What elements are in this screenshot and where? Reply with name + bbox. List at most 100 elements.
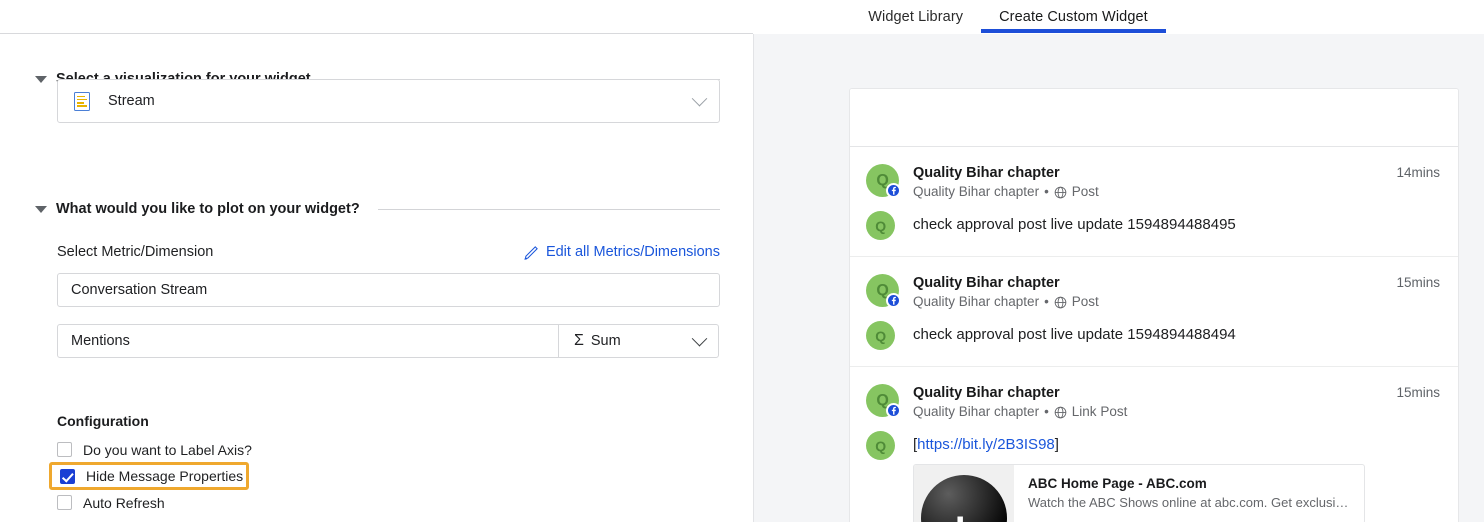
sigma-icon: Σ [574,332,584,349]
feed-item-author: Quality Bihar chapter [913,385,1060,401]
config-option-label: Do you want to Label Axis? [83,441,252,458]
configuration-title: Configuration [57,413,149,429]
aggregation-select[interactable]: Σ Sum [558,324,719,358]
create-custom-widget-page: Widget Library Create Custom Widget Sele… [0,0,1484,522]
mentions-row: Mentions Σ Sum [57,324,720,358]
feed-item-meta: Quality Bihar chapter • Link Post [913,403,1386,421]
feed-item-meta: Quality Bihar chapter • Post [913,183,1386,201]
feed-item-author-block: Quality Bihar chapter Quality Bihar chap… [913,274,1386,311]
metric-dimension-input[interactable]: Conversation Stream [57,273,720,307]
avatar: Q [866,164,901,198]
message-suffix: ] [1054,436,1059,453]
feed-item-author-block: Quality Bihar chapter Quality Bihar chap… [913,164,1386,201]
visualization-select-value-group: Stream [74,91,155,111]
plot-section-header: What would you like to plot on your widg… [35,201,720,217]
avatar-small: Q [866,321,895,350]
metric-dimension-value: Conversation Stream [71,282,208,298]
chevron-down-icon[interactable] [35,205,47,213]
chevron-down-icon [691,90,708,106]
visualization-select-value: Stream [108,93,155,109]
edit-all-metrics-dimensions-label: Edit all Metrics/Dimensions [545,244,720,260]
globe-icon [1054,186,1067,198]
link-preview-info: ABC Home Page - ABC.com Watch the ABC Sh… [1014,465,1364,522]
feed-item-author: Quality Bihar chapter [913,275,1060,291]
tab-widget-library-label: Widget Library [868,8,964,25]
widget-config-pane: Select a visualization for your widget S… [0,34,753,522]
tab-create-custom-widget[interactable]: Create Custom Widget [981,0,1166,33]
globe-icon [1054,406,1067,418]
feed-item-time: 15mins [1396,275,1440,290]
feed-item-post-type: Post [1071,294,1099,309]
link-preview-card[interactable]: abc ABC Home Page - ABC.com Watch the AB… [913,464,1365,522]
avatar: Q [866,274,901,308]
abc-logo-text: abc [936,512,995,522]
feed-item-author: Quality Bihar chapter [913,165,1060,181]
feed-item-time: 15mins [1396,385,1440,400]
tab-create-custom-widget-label: Create Custom Widget [999,8,1148,25]
meta-separator: • [1044,404,1049,419]
feed-item-source: Quality Bihar chapter [913,184,1040,199]
config-option-label-axis[interactable]: Do you want to Label Axis? [57,437,387,462]
widget-tabs: Widget Library Create Custom Widget [0,0,1484,33]
plot-section-title: What would you like to plot on your widg… [56,201,360,217]
feed-item[interactable]: Q Quality Bihar chapter Quality Bihar ch… [850,257,1458,367]
feed-item-source: Quality Bihar chapter [913,404,1040,419]
aggregation-value: Sum [590,333,621,349]
feed-item[interactable]: Q Quality Bihar chapter Quality Bihar ch… [850,147,1458,257]
meta-separator: • [1044,184,1049,199]
metric-dimension-label: Select Metric/Dimension [57,244,214,260]
stream-feed: Q Quality Bihar chapter Quality Bihar ch… [850,147,1458,522]
avatar-small: Q [866,211,895,240]
config-option-label: Auto Refresh [83,494,165,511]
feed-item-meta: Quality Bihar chapter • Post [913,293,1386,311]
meta-separator: • [1044,294,1049,309]
facebook-icon [886,183,901,198]
widget-preview-pane: Q Quality Bihar chapter Quality Bihar ch… [753,34,1484,522]
facebook-icon [886,403,901,418]
pencil-icon [524,245,538,260]
feed-item-time: 14mins [1396,165,1440,180]
checkbox-auto-refresh[interactable] [57,495,72,510]
configuration-options: Do you want to Label Axis? Hide Message … [49,437,387,515]
checkbox-hide-message-properties[interactable] [60,468,75,484]
metric-dimension-label-row: Select Metric/Dimension Edit all Metrics… [57,244,720,260]
preview-card-header [850,89,1458,147]
chevron-down-icon [691,330,708,346]
config-option-label: Hide Message Properties [86,468,244,484]
feed-item-body: Q check approval post live update 159489… [866,321,1440,350]
aggregation-value-group: Σ Sum [574,332,621,350]
facebook-icon [886,293,901,308]
feed-item-message: check approval post live update 15948944… [913,216,1236,233]
feed-item-header: Q Quality Bihar chapter Quality Bihar ch… [866,164,1440,201]
mentions-value: Mentions [71,333,130,349]
feed-item-source: Quality Bihar chapter [913,294,1040,309]
feed-item-header: Q Quality Bihar chapter Quality Bihar ch… [866,274,1440,311]
tab-widget-library[interactable]: Widget Library [850,0,981,33]
mentions-input[interactable]: Mentions [57,324,559,358]
avatar: Q [866,384,901,418]
visualization-select[interactable]: Stream [57,79,720,123]
config-option-hide-message-properties[interactable]: Hide Message Properties [49,462,249,490]
chevron-down-icon[interactable] [35,75,47,83]
link-preview-title: ABC Home Page - ABC.com [1028,476,1207,491]
feed-item-message: check approval post live update 15948944… [913,326,1236,343]
feed-item-header: Q Quality Bihar chapter Quality Bihar ch… [866,384,1440,421]
section-divider-line [377,208,720,210]
feed-item-body: Q check approval post live update 159489… [866,211,1440,240]
feed-item-body-content: [https://bit.ly/2B3IS98] abc ABC Home Pa… [913,431,1365,522]
config-option-auto-refresh[interactable]: Auto Refresh [57,490,387,515]
stream-icon [74,91,90,111]
message-link[interactable]: https://bit.ly/2B3IS98 [917,436,1055,453]
abc-logo-icon: abc [921,475,1007,522]
globe-icon [1054,296,1067,308]
link-preview-description: Watch the ABC Shows online at abc.com. G… [1028,495,1352,510]
checkbox-label-axis[interactable] [57,442,72,457]
link-thumbnail: abc [914,465,1014,522]
feed-item-message: [https://bit.ly/2B3IS98] [913,431,1365,455]
feed-item-post-type: Link Post [1071,404,1128,419]
edit-all-metrics-dimensions-link[interactable]: Edit all Metrics/Dimensions [524,244,720,260]
stream-preview-card: Q Quality Bihar chapter Quality Bihar ch… [849,88,1459,522]
feed-item[interactable]: Q Quality Bihar chapter Quality Bihar ch… [850,367,1458,522]
avatar-small: Q [866,431,895,460]
feed-item-author-block: Quality Bihar chapter Quality Bihar chap… [913,384,1386,421]
